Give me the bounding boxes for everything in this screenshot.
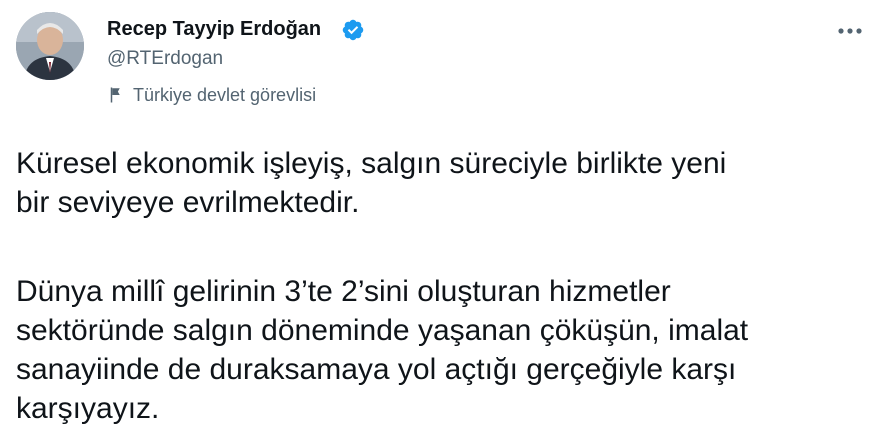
more-options-button[interactable]	[834, 18, 866, 44]
author-name[interactable]: Recep Tayyip Erdoğan	[107, 17, 321, 41]
profile-photo	[16, 12, 84, 80]
more-options-icon	[838, 28, 862, 34]
verified-badge-icon	[342, 19, 364, 41]
author-handle[interactable]: @RTErdogan	[107, 47, 223, 71]
flag-icon	[110, 87, 120, 103]
government-label: Türkiye devlet görevlisi	[107, 82, 316, 108]
avatar[interactable]	[16, 12, 84, 80]
tweet-paragraph-1: Küresel ekonomik işleyiş, salgın süreciy…	[16, 147, 727, 219]
tweet-paragraph-2: Dünya millî gelirinin 3’te 2’sini oluştu…	[16, 275, 749, 425]
label-text: Türkiye devlet görevlisi	[133, 85, 317, 105]
